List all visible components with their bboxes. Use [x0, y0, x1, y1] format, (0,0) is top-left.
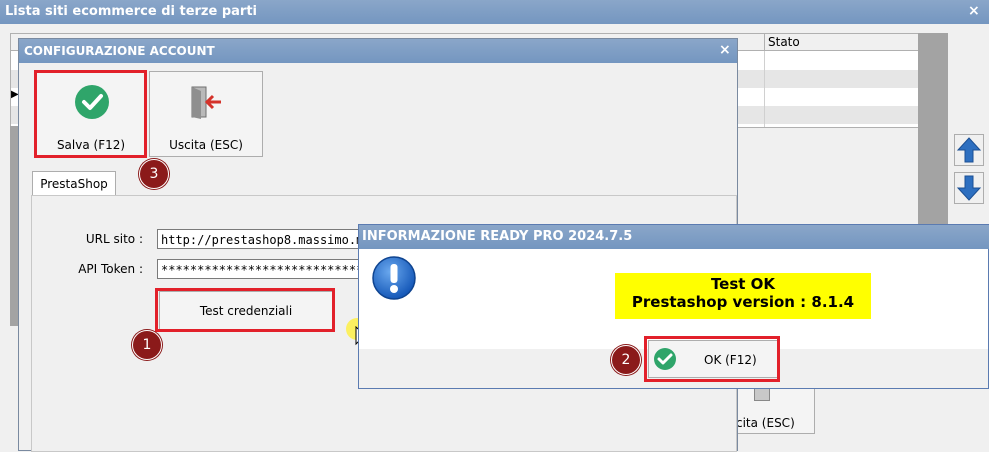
- api-token-label: API Token :: [78, 262, 143, 276]
- outer-left-panel: [10, 126, 18, 326]
- outer-close-button[interactable]: ×: [968, 3, 980, 19]
- ok-highlight-box: [644, 336, 780, 382]
- grid-col-divider: [764, 51, 765, 127]
- test-result-message: Test OK Prestashop version : 8.1.4: [615, 273, 871, 319]
- outer-exit-label: cita (ESC): [736, 416, 795, 430]
- message-line-2: Prestashop version : 8.1.4: [631, 293, 855, 311]
- step-badge-3: 3: [139, 159, 169, 189]
- step-badge-2: 2: [611, 345, 641, 375]
- exit-button[interactable]: Uscita (ESC): [149, 71, 263, 157]
- url-label: URL sito :: [85, 232, 143, 246]
- arrow-down-icon: [956, 175, 982, 201]
- exit-button-label: Uscita (ESC): [169, 138, 243, 152]
- api-token-field[interactable]: ********************************: [157, 259, 367, 279]
- info-dialog-title: INFORMAZIONE READY PRO 2024.7.5: [362, 229, 633, 244]
- message-line-1: Test OK: [710, 275, 776, 293]
- info-message-area: Test OK Prestashop version : 8.1.4: [359, 249, 988, 349]
- move-up-button[interactable]: [954, 134, 984, 166]
- step-badge-1: 1: [132, 330, 162, 360]
- config-close-button[interactable]: ×: [719, 42, 731, 58]
- grid-col-divider: [764, 34, 765, 51]
- outer-window-title: Lista siti ecommerce di terze parti: [5, 4, 258, 19]
- save-highlight-box: [34, 70, 147, 158]
- info-exclamation-icon: [372, 256, 416, 300]
- arrow-up-icon: [956, 137, 982, 163]
- url-field[interactable]: http://prestashop8.massimo.mx/: [157, 229, 367, 249]
- grid-header-stato: Stato: [768, 35, 800, 49]
- config-dialog-title-bar: CONFIGURAZIONE ACCOUNT: [19, 39, 737, 63]
- exit-door-icon: [191, 86, 221, 119]
- config-dialog-title: CONFIGURAZIONE ACCOUNT: [24, 44, 215, 58]
- move-down-button[interactable]: [954, 172, 984, 204]
- outer-window-title-bar: Lista siti ecommerce di terze parti: [0, 0, 989, 24]
- tab-prestashop[interactable]: PrestaShop: [32, 171, 116, 195]
- info-dialog-title-bar: INFORMAZIONE READY PRO 2024.7.5: [359, 225, 989, 249]
- test-highlight-box: [155, 288, 335, 332]
- info-dialog: INFORMAZIONE READY PRO 2024.7.5 Test OK …: [358, 224, 989, 389]
